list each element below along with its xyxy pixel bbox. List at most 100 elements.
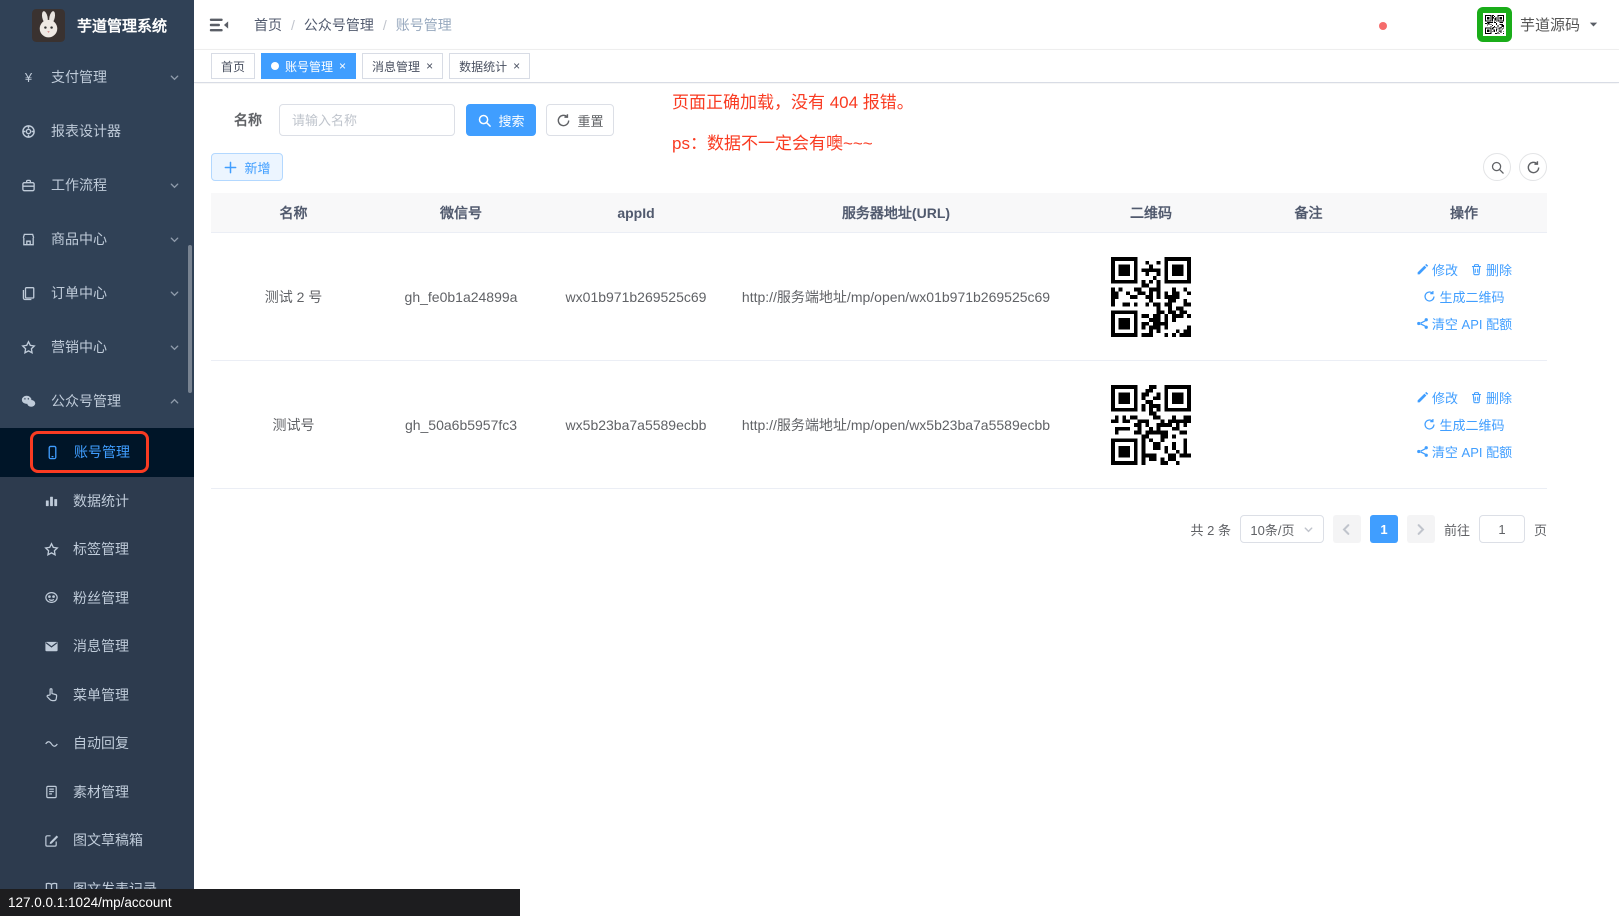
sidebar-item-报表设计器[interactable]: 报表设计器 [0, 104, 194, 158]
sidebar-subitem-label: 账号管理 [74, 442, 130, 462]
page-size-select[interactable]: 10条/页 [1240, 515, 1324, 543]
prev-page-button[interactable] [1333, 515, 1361, 543]
message-icon[interactable] [1381, 23, 1385, 27]
tab-数据统计[interactable]: 数据统计× [449, 53, 530, 79]
account-name-cell: 测试 2 号 [211, 233, 376, 360]
shop-icon [21, 232, 36, 247]
breadcrumb-home[interactable]: 首页 [254, 15, 282, 35]
star-icon [44, 542, 59, 557]
refresh-table-button[interactable] [1519, 153, 1547, 181]
action-生成二维码[interactable]: 生成二维码 [1423, 287, 1504, 306]
sidebar-menu: ¥ 支付管理报表设计器工作流程商品中心订单中心营销中心公众号管理账号管理数据统计标… [0, 50, 194, 913]
chevron-down-icon [1303, 524, 1314, 535]
app-id-cell: wx5b23ba7a5589ecbb [546, 361, 726, 488]
name-search-input[interactable] [279, 104, 455, 136]
sidebar-item-label: 报表设计器 [51, 121, 121, 141]
sidebar-subitem-粉丝管理[interactable]: 粉丝管理 [0, 574, 194, 623]
user-avatar-qr [1483, 13, 1506, 36]
sidebar-subitem-label: 图文草稿箱 [73, 830, 143, 850]
sidebar-item-营销中心[interactable]: 营销中心 [0, 320, 194, 374]
sidebar-subitem-图文草稿箱[interactable]: 图文草稿箱 [0, 816, 194, 865]
chevron-down-icon [169, 288, 180, 299]
qr-code [1111, 257, 1191, 337]
sidebar-subitem-自动回复[interactable]: 自动回复 [0, 719, 194, 768]
sidebar-item-工作流程[interactable]: 工作流程 [0, 158, 194, 212]
action-删除[interactable]: 删除 [1470, 388, 1512, 407]
hand-pointer-icon [44, 687, 59, 702]
search-icon[interactable] [1363, 23, 1367, 27]
sidebar-subitem-label: 数据统计 [73, 491, 129, 511]
envelope-icon [44, 639, 59, 654]
action-label: 清空 API 配额 [1432, 314, 1512, 333]
actions-cell: 修改删除生成二维码清空 API 配额 [1381, 233, 1547, 360]
sidebar-item-label: 营销中心 [51, 337, 107, 357]
chevron-up-icon [169, 396, 180, 407]
tab-首页[interactable]: 首页 [211, 53, 255, 79]
sidebar-subitem-账号管理[interactable]: 账号管理 [0, 428, 194, 477]
breadcrumb-mp[interactable]: 公众号管理 [304, 15, 374, 35]
refresh-icon [1423, 290, 1436, 303]
page-label: 页 [1534, 520, 1547, 539]
main-content: 名称 搜索 重置 页面正确加载，没有 404 报错。 ps：数据不一定会有噢~~… [194, 84, 1619, 916]
user-menu[interactable]: 芋道源码 [1477, 7, 1599, 42]
accounts-table: 名称微信号appId服务器地址(URL)二维码备注操作测试 2 号gh_fe0b… [211, 193, 1547, 489]
sidebar-item-公众号管理[interactable]: 公众号管理 [0, 374, 194, 428]
sidebar-subitem-消息管理[interactable]: 消息管理 [0, 622, 194, 671]
edit-pen-icon [1416, 263, 1429, 276]
tab-close-icon[interactable]: × [513, 60, 520, 72]
sidebar-subitem-菜单管理[interactable]: 菜单管理 [0, 671, 194, 720]
sidebar-item-商品中心[interactable]: 商品中心 [0, 212, 194, 266]
edit-pen-icon [1416, 391, 1429, 404]
font-size-icon[interactable]: TT [1453, 23, 1457, 27]
sidebar-item-支付管理[interactable]: ¥ 支付管理 [0, 50, 194, 104]
action-生成二维码[interactable]: 生成二维码 [1423, 415, 1504, 434]
sidebar-subitem-素材管理[interactable]: 素材管理 [0, 768, 194, 817]
wechat-icon [21, 394, 36, 409]
chevron-down-icon [169, 342, 180, 353]
total-count: 共 2 条 [1191, 520, 1231, 539]
tab-label: 首页 [221, 58, 245, 75]
action-label: 清空 API 配额 [1432, 442, 1512, 461]
top-header: 首页 / 公众号管理 / 账号管理 ?TT芋道源码 [194, 0, 1619, 50]
sidebar-item-label: 支付管理 [51, 67, 107, 87]
sidebar-scrollbar[interactable] [188, 245, 192, 393]
server-url-cell: http://服务端地址/mp/open/wx5b23ba7a5589ecbb [726, 361, 1066, 488]
app-title: 芋道管理系统 [77, 15, 167, 36]
sidebar-item-label: 公众号管理 [51, 391, 121, 411]
tab-close-icon[interactable]: × [339, 60, 346, 72]
svg-text:¥: ¥ [24, 70, 33, 85]
sidebar-collapse-icon[interactable] [204, 10, 234, 40]
toggle-search-button[interactable] [1483, 153, 1511, 181]
page-number-button[interactable]: 1 [1370, 515, 1398, 543]
annotation-line-1: 页面正确加载，没有 404 报错。 [672, 94, 914, 111]
fullscreen-icon[interactable] [1435, 23, 1439, 27]
red-annotation-box: 账号管理 [30, 431, 149, 473]
sidebar-item-订单中心[interactable]: 订单中心 [0, 266, 194, 320]
sidebar-subitem-数据统计[interactable]: 数据统计 [0, 477, 194, 526]
action-清空 API 配额[interactable]: 清空 API 配额 [1416, 442, 1512, 461]
tab-账号管理[interactable]: 账号管理× [261, 53, 356, 79]
sidebar-subitem-标签管理[interactable]: 标签管理 [0, 525, 194, 574]
chevron-down-icon [169, 72, 180, 83]
action-修改[interactable]: 修改 [1416, 388, 1458, 407]
column-header-appId: appId [546, 193, 726, 232]
wechat-id-cell: gh_50a6b5957fc3 [376, 361, 546, 488]
github-icon[interactable] [1399, 23, 1403, 27]
reset-button[interactable]: 重置 [546, 104, 614, 136]
rabbit-avatar-icon [32, 9, 65, 42]
tab-消息管理[interactable]: 消息管理× [362, 53, 443, 79]
action-删除[interactable]: 删除 [1470, 260, 1512, 279]
action-清空 API 配额[interactable]: 清空 API 配额 [1416, 314, 1512, 333]
app-logo[interactable]: 芋道管理系统 [0, 0, 194, 50]
yen-icon: ¥ [21, 70, 36, 85]
wheel-icon [21, 124, 36, 139]
action-修改[interactable]: 修改 [1416, 260, 1458, 279]
help-icon[interactable]: ? [1417, 23, 1421, 27]
sidebar-subitem-label: 素材管理 [73, 782, 129, 802]
search-button[interactable]: 搜索 [466, 104, 536, 136]
tab-close-icon[interactable]: × [426, 60, 433, 72]
next-page-button[interactable] [1407, 515, 1435, 543]
add-button[interactable]: 新增 [211, 153, 283, 181]
goto-page-input[interactable] [1479, 515, 1525, 543]
trash-icon [1470, 391, 1483, 404]
